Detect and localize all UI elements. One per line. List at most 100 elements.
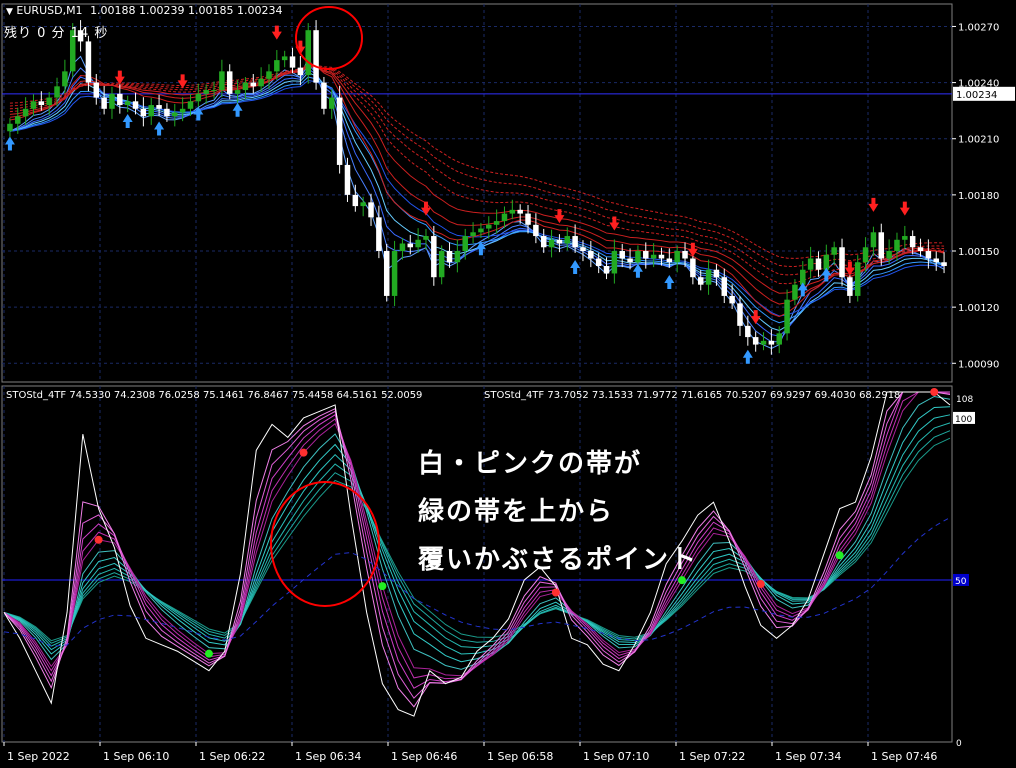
bear-candle: [117, 93, 123, 106]
bear-candle: [941, 262, 947, 266]
bear-candle: [383, 251, 390, 296]
bull-candle: [360, 202, 366, 207]
buy-signal-dot: [204, 649, 213, 658]
bull-candle: [564, 236, 571, 244]
time-tick-label: 1 Sep 06:58: [487, 750, 553, 763]
bear-candle: [721, 277, 728, 296]
bull-candle: [674, 251, 680, 263]
annotation-text: 白・ピンクの帯が 緑の帯を上から 覆いかぶさるポイント: [418, 440, 698, 584]
time-tick-label: 1 Sep 06:46: [391, 750, 457, 763]
bear-candle: [85, 41, 92, 83]
bull-candle: [62, 71, 68, 87]
bear-candle: [407, 243, 414, 248]
main-window-frame: [1, 3, 953, 383]
sell-arrow-icon: [177, 74, 188, 89]
symbol-label: EURUSD,M1: [16, 4, 83, 17]
buy-arrow-icon: [664, 274, 675, 289]
bull-candle: [784, 299, 790, 334]
bear-candle: [925, 251, 932, 259]
bear-candle: [768, 340, 775, 345]
red-ma-line: [9, 66, 945, 294]
bull-candle: [211, 90, 217, 92]
bull-candle: [54, 86, 60, 98]
bull-candle: [179, 108, 186, 113]
bull-candle: [415, 239, 421, 248]
time-tick-label: 1 Sep 06:22: [199, 750, 265, 763]
bull-candle: [611, 251, 618, 274]
bear-candle: [603, 265, 610, 274]
bear-candle: [540, 236, 547, 248]
time-tick-label: 1 Sep 07:34: [775, 750, 841, 763]
bear-candle: [140, 108, 147, 117]
bull-candle: [478, 228, 484, 233]
bear-candle: [619, 251, 625, 259]
osc-level-label: 108: [956, 395, 973, 405]
bear-candle: [344, 164, 351, 195]
sell-arrow-icon: [271, 25, 282, 40]
bull-candle: [15, 116, 21, 124]
bull-candle: [30, 101, 37, 109]
bull-candle: [886, 251, 892, 259]
time-tick-label: 1 Sep 06:34: [295, 750, 361, 763]
bear-candle: [595, 258, 602, 266]
bear-candle: [878, 232, 885, 259]
bull-candle: [195, 93, 202, 102]
bull-candle: [22, 108, 29, 117]
bull-candle: [109, 93, 115, 109]
bear-candle: [658, 254, 665, 259]
bull-candle: [862, 247, 869, 263]
bear-candle: [336, 97, 343, 165]
bear-candle: [643, 251, 649, 259]
bull-candle: [548, 239, 555, 248]
bear-candle: [682, 251, 688, 259]
countdown-timer: 残り 0 分 14 秒: [4, 26, 109, 41]
buy-arrow-icon: [570, 259, 581, 274]
bear-candle: [737, 303, 743, 326]
bear-candle: [697, 277, 704, 285]
price-tick-label: 1.00120: [958, 303, 999, 314]
sell-arrow-icon: [899, 201, 910, 216]
bull-candle: [902, 236, 908, 240]
price-tick-label: 1.00180: [958, 191, 999, 202]
price-chart[interactable]: 1.002701.002401.002101.001801.001501.001…: [0, 0, 1016, 768]
bull-candle: [776, 333, 782, 345]
buy-arrow-icon: [4, 136, 15, 151]
bull-candle: [493, 221, 500, 225]
bull-candle: [7, 123, 13, 132]
price-tick-label: 1.00270: [958, 22, 999, 33]
bull-candle: [46, 97, 52, 106]
sell-arrow-icon: [420, 201, 431, 216]
sell-signal-dot: [299, 448, 308, 457]
dropdown-triangle-icon[interactable]: ▼: [6, 7, 13, 17]
bull-candle: [148, 105, 154, 117]
sell-signal-dot: [756, 580, 765, 589]
time-tick-label: 1 Sep 07:22: [679, 750, 745, 763]
bull-candle: [172, 112, 178, 117]
indicator-label-2: STOStd_4TF 73.7052 73.1533 71.9772 71.61…: [484, 390, 901, 401]
bear-candle: [917, 247, 924, 252]
bull-candle: [870, 232, 877, 248]
bear-candle: [713, 269, 720, 278]
bull-candle: [399, 243, 406, 252]
bull-candle: [274, 60, 280, 72]
bear-candle: [525, 213, 531, 225]
bull-candle: [203, 90, 209, 94]
osc-level-label: 100: [955, 415, 972, 425]
bear-candle: [101, 97, 107, 109]
bull-candle: [462, 236, 468, 252]
annotation-line-1: 白・ピンクの帯が: [418, 449, 643, 479]
bear-candle: [847, 277, 853, 296]
bull-candle: [438, 251, 445, 278]
bear-candle: [815, 258, 822, 270]
ma-ribbon: [9, 55, 945, 350]
sell-arrow-icon: [609, 216, 620, 231]
bear-candle: [313, 30, 319, 83]
bear-candle: [517, 209, 523, 214]
red-ma-line: [9, 64, 945, 305]
bull-candle: [635, 251, 641, 263]
bull-candle: [187, 101, 194, 109]
annotation-line-2: 緑の帯を上から: [418, 497, 615, 527]
buy-arrow-icon: [797, 282, 808, 297]
bear-candle: [431, 236, 437, 278]
bull-candle: [705, 269, 712, 285]
